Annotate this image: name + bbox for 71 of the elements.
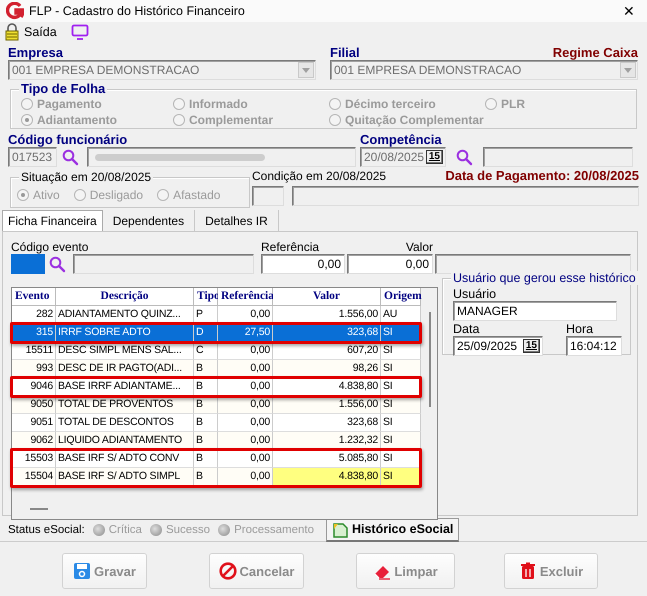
table-cell: 5.085,80	[273, 450, 381, 468]
regime-label: Regime Caixa	[552, 46, 638, 60]
table-cell: 0,00	[218, 450, 273, 468]
table-cell: 4.838,80	[273, 468, 381, 486]
scrollbar-thumb[interactable]	[429, 312, 431, 407]
field-label: Hora	[566, 322, 594, 336]
table-cell: SI	[381, 468, 421, 486]
employee-code-field[interactable]: 017523	[8, 147, 57, 167]
calendar-button[interactable]: 15	[522, 339, 540, 353]
column-header[interactable]: Referência	[218, 288, 273, 306]
column-header[interactable]: Descrição	[56, 288, 194, 306]
field-label: Usuário	[453, 287, 498, 301]
event-description-field[interactable]	[73, 254, 254, 274]
field-label: Competência	[360, 133, 443, 147]
status-label: Status eSocial:	[8, 524, 85, 536]
scrollbar-thumb[interactable]	[30, 508, 48, 510]
table-cell: SI	[381, 414, 421, 432]
table-cell: B	[194, 414, 218, 432]
table-cell: 15503	[12, 450, 56, 468]
value-field[interactable]: 0,00	[347, 254, 433, 274]
date-field[interactable]: 20/08/2025 15	[360, 147, 446, 167]
table-cell: 0,00	[218, 468, 273, 486]
trash-icon	[518, 562, 537, 580]
table-cell: B	[194, 468, 218, 486]
table-cell: 323,68	[273, 414, 381, 432]
condition-label: Condição em 20/08/2025	[252, 169, 386, 183]
reference-field[interactable]: 0,00	[261, 254, 345, 274]
field-label: Valor	[406, 240, 433, 254]
column-header[interactable]: Evento	[12, 288, 56, 306]
close-button[interactable]: ✕	[619, 3, 639, 19]
payment-date-label: Data de Pagamento: 20/08/2025	[445, 169, 639, 183]
calendar-button[interactable]: 15	[426, 150, 443, 164]
search-icon[interactable]	[62, 148, 79, 166]
column-header[interactable]: Origem	[381, 288, 421, 306]
description-field[interactable]	[483, 147, 633, 167]
field-label: Filial	[330, 46, 360, 60]
field-label: Empresa	[8, 46, 64, 60]
table-cell: TOTAL DE DESCONTOS	[56, 414, 194, 432]
table-cell: SI	[381, 450, 421, 468]
condition-code-field[interactable]	[252, 186, 284, 206]
window-title: FLP - Cadastro do Histórico Financeiro	[29, 4, 246, 18]
group-title: Usuário que gerou esse histórico	[451, 271, 638, 285]
group-title: Tipo de Folha	[19, 82, 108, 96]
event-code-field[interactable]	[11, 254, 45, 274]
search-icon[interactable]	[49, 256, 66, 272]
date-field[interactable]: 25/09/2025 15	[453, 336, 543, 356]
company-dropdown[interactable]: 001 EMPRESA DEMONSTRACAO	[8, 60, 316, 80]
field-label: Referência	[261, 240, 320, 254]
user-field[interactable]: MANAGER	[453, 301, 617, 321]
field-label: Data	[453, 322, 480, 336]
table-cell: BASE IRF S/ ADTO CONV	[56, 450, 194, 468]
time-field[interactable]: 16:04:12	[566, 336, 622, 356]
table-cell: B	[194, 450, 218, 468]
prohibited-icon	[218, 562, 237, 580]
table-cell: 9051	[12, 414, 56, 432]
table-cell: BASE IRF S/ ADTO SIMPL	[56, 468, 194, 486]
table-cell: 15504	[12, 468, 56, 486]
condition-field[interactable]	[292, 186, 639, 206]
table-cell: 0,00	[218, 414, 273, 432]
search-icon[interactable]	[456, 148, 473, 166]
tab[interactable]: Ficha Financeira	[2, 210, 103, 231]
column-header[interactable]: Valor	[273, 288, 381, 306]
lock-icon[interactable]	[4, 23, 20, 41]
exit-label[interactable]: Saída	[24, 25, 57, 39]
group-title: Situação em 20/08/2025	[19, 170, 154, 184]
employee-name-field[interactable]	[87, 147, 356, 167]
app-logo-icon	[6, 2, 24, 20]
field-label: Código evento	[11, 240, 90, 254]
field-label: Código funcionário	[8, 133, 128, 147]
monitor-icon[interactable]	[70, 24, 89, 40]
branch-dropdown[interactable]: 001 EMPRESA DEMONSTRACAO	[330, 60, 638, 80]
